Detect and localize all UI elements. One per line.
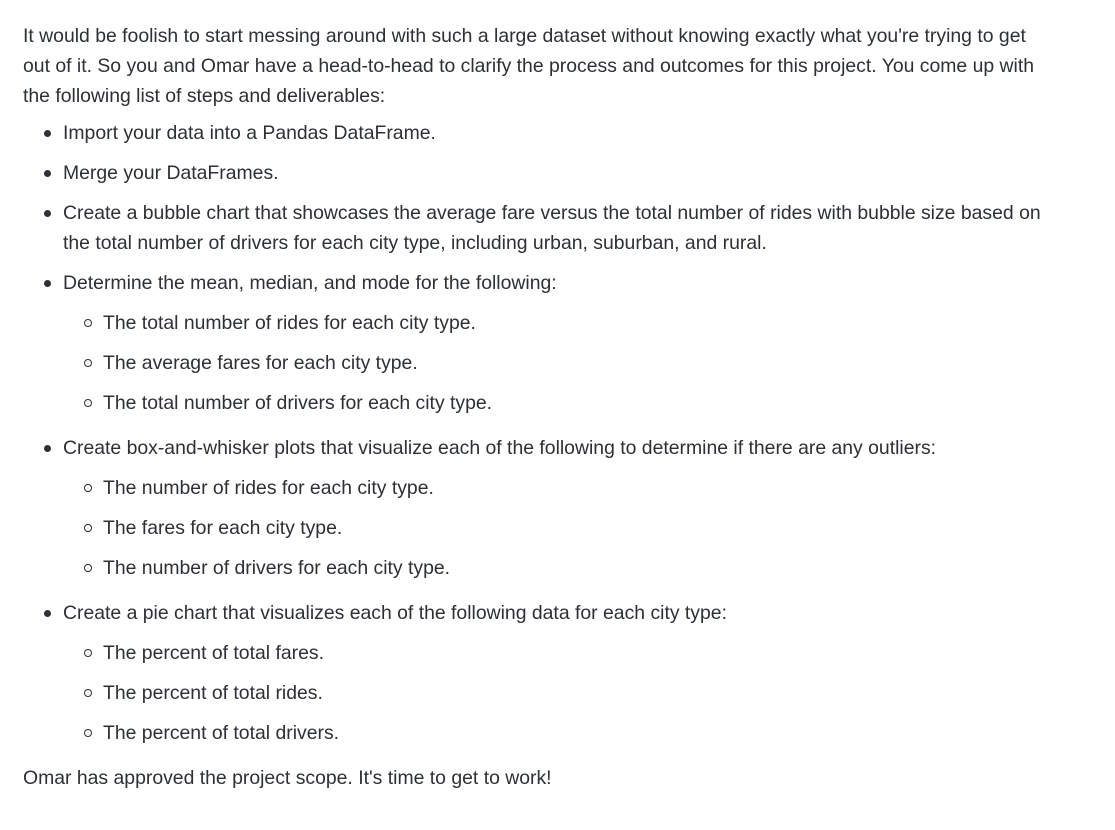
list-item: Create box-and-whisker plots that visual… [23, 433, 1058, 583]
step-text: Import your data into a Pandas DataFrame… [63, 122, 436, 144]
step-text: Create box-and-whisker plots that visual… [63, 437, 937, 459]
list-item: Merge your DataFrames. [23, 158, 1058, 188]
step-text: Determine the mean, median, and mode for… [63, 272, 557, 294]
steps-list: Import your data into a Pandas DataFrame… [23, 118, 1058, 748]
sub-list-item: The number of drivers for each city type… [63, 553, 1058, 583]
list-item: Determine the mean, median, and mode for… [23, 268, 1058, 418]
sub-list-item: The percent of total fares. [63, 638, 1058, 668]
sub-list: The number of rides for each city type. … [63, 473, 1058, 583]
intro-paragraph: It would be foolish to start messing aro… [23, 25, 1035, 107]
sub-list-item: The fares for each city type. [63, 513, 1058, 543]
sub-list: The percent of total fares. The percent … [63, 638, 1058, 748]
document-body: It would be foolish to start messing aro… [23, 21, 1058, 793]
sub-list-item: The average fares for each city type. [63, 348, 1058, 378]
sub-list-item: The percent of total rides. [63, 678, 1058, 708]
step-text: Create a pie chart that visualizes each … [63, 602, 727, 624]
outro-paragraph: Omar has approved the project scope. It'… [23, 767, 552, 789]
sub-list-item: The total number of drivers for each cit… [63, 388, 1058, 418]
step-text: Create a bubble chart that showcases the… [63, 202, 1041, 254]
sub-list-item: The total number of rides for each city … [63, 308, 1058, 338]
sub-list-item: The percent of total drivers. [63, 718, 1058, 748]
list-item: Create a bubble chart that showcases the… [23, 198, 1058, 258]
sub-list: The total number of rides for each city … [63, 308, 1058, 418]
step-text: Merge your DataFrames. [63, 162, 279, 184]
list-item: Create a pie chart that visualizes each … [23, 598, 1058, 748]
list-item: Import your data into a Pandas DataFrame… [23, 118, 1058, 148]
sub-list-item: The number of rides for each city type. [63, 473, 1058, 503]
